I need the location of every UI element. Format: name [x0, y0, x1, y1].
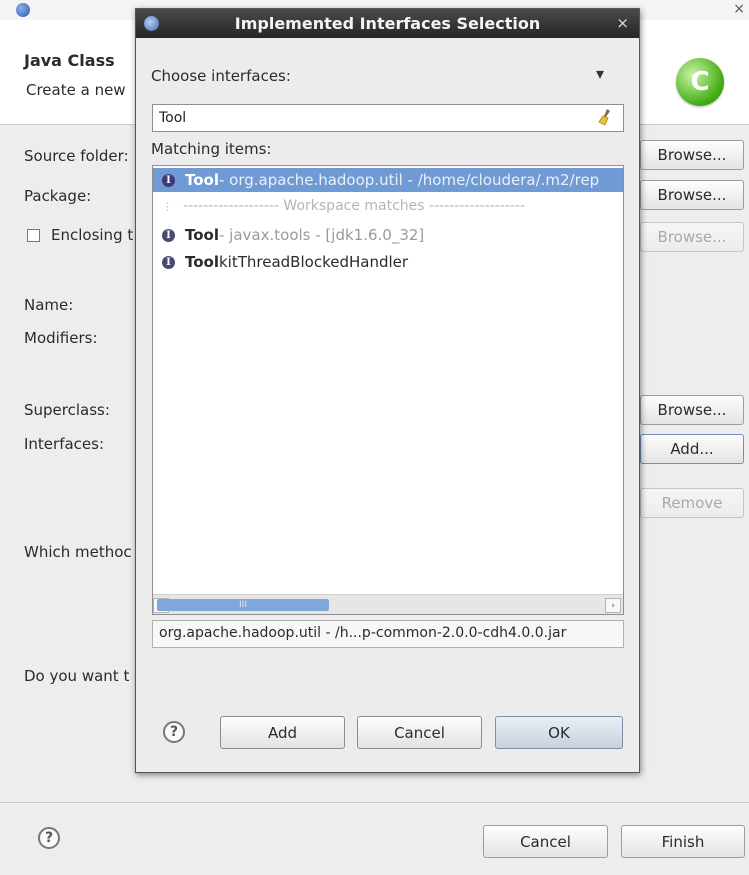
matching-items-list[interactable]: I Tool - org.apache.hadoop.util - /home/…: [152, 165, 624, 615]
separator-text: ------------------- Workspace matches --…: [183, 198, 526, 214]
dialog-help-icon[interactable]: ?: [163, 721, 185, 743]
dialog-close-icon[interactable]: ×: [616, 14, 629, 32]
superclass-label: Superclass:: [24, 401, 110, 419]
interfaces-selection-dialog: Implemented Interfaces Selection × Choos…: [135, 8, 640, 773]
enclosing-type-label: Enclosing t: [51, 226, 134, 244]
do-you-want-label: Do you want t: [24, 667, 130, 685]
package-label: Package:: [24, 187, 92, 205]
selected-item-location: org.apache.hadoop.util - /h...p-common-2…: [152, 620, 624, 648]
dialog-titlebar: Implemented Interfaces Selection ×: [136, 9, 639, 38]
workspace-separator: ⋮ ------------------- Workspace matches …: [153, 194, 623, 218]
browse-package-button[interactable]: Browse...: [640, 180, 744, 210]
browse-source-folder-button[interactable]: Browse...: [640, 140, 744, 170]
wizard-close-icon[interactable]: ×: [733, 1, 745, 17]
wizard-title: Java Class: [24, 51, 115, 70]
interface-icon: I: [162, 173, 175, 187]
modifiers-label: Modifiers:: [24, 329, 98, 347]
which-methods-label: Which methoc: [24, 543, 132, 561]
footer-divider: [0, 802, 749, 803]
list-item[interactable]: I Tool - org.apache.hadoop.util - /home/…: [153, 168, 623, 192]
eclipse-icon: [16, 3, 30, 17]
choose-interfaces-label: Choose interfaces:: [151, 67, 291, 85]
wizard-finish-button[interactable]: Finish: [621, 825, 745, 858]
add-interface-button[interactable]: Add...: [640, 434, 744, 464]
enclosing-type-checkbox[interactable]: [27, 229, 40, 242]
java-class-logo-icon: C: [676, 58, 724, 106]
wizard-help-icon[interactable]: ?: [38, 827, 60, 849]
browse-enclosing-button[interactable]: Browse...: [640, 222, 744, 252]
list-item-name: Tool: [185, 253, 219, 271]
remove-interface-button[interactable]: Remove: [640, 488, 744, 518]
scroll-right-icon[interactable]: ›: [605, 598, 621, 613]
separator-icon: ⋮: [162, 199, 173, 213]
wizard-cancel-button[interactable]: Cancel: [483, 825, 608, 858]
filter-input[interactable]: [152, 104, 624, 132]
dialog-cancel-button[interactable]: Cancel: [357, 716, 482, 749]
horizontal-scrollbar[interactable]: ‹ III ›: [153, 594, 623, 614]
list-item[interactable]: I Tool - javax.tools - [jdk1.6.0_32]: [153, 223, 623, 247]
list-item-detail: - org.apache.hadoop.util - /home/clouder…: [219, 171, 600, 189]
dialog-add-button[interactable]: Add: [220, 716, 345, 749]
matching-items-label: Matching items:: [151, 140, 272, 158]
name-label: Name:: [24, 296, 74, 314]
interface-icon: I: [162, 228, 175, 242]
list-item[interactable]: I Tool kitThreadBlockedHandler: [153, 250, 623, 274]
list-item-detail: kitThreadBlockedHandler: [219, 253, 409, 271]
list-item-name: Tool: [185, 171, 219, 189]
wizard-subtitle: Create a new: [26, 81, 126, 99]
clear-filter-broom-icon[interactable]: [598, 108, 612, 126]
list-item-detail: - javax.tools - [jdk1.6.0_32]: [219, 226, 425, 244]
source-folder-label: Source folder:: [24, 147, 129, 165]
dialog-ok-button[interactable]: OK: [495, 716, 623, 749]
dialog-title: Implemented Interfaces Selection: [234, 14, 541, 33]
interface-icon: I: [162, 255, 175, 269]
scroll-thumb[interactable]: III: [157, 599, 329, 611]
interfaces-label: Interfaces:: [24, 435, 105, 453]
browse-superclass-button[interactable]: Browse...: [640, 395, 744, 425]
view-menu-icon[interactable]: ▾: [596, 64, 604, 83]
list-item-name: Tool: [185, 226, 219, 244]
